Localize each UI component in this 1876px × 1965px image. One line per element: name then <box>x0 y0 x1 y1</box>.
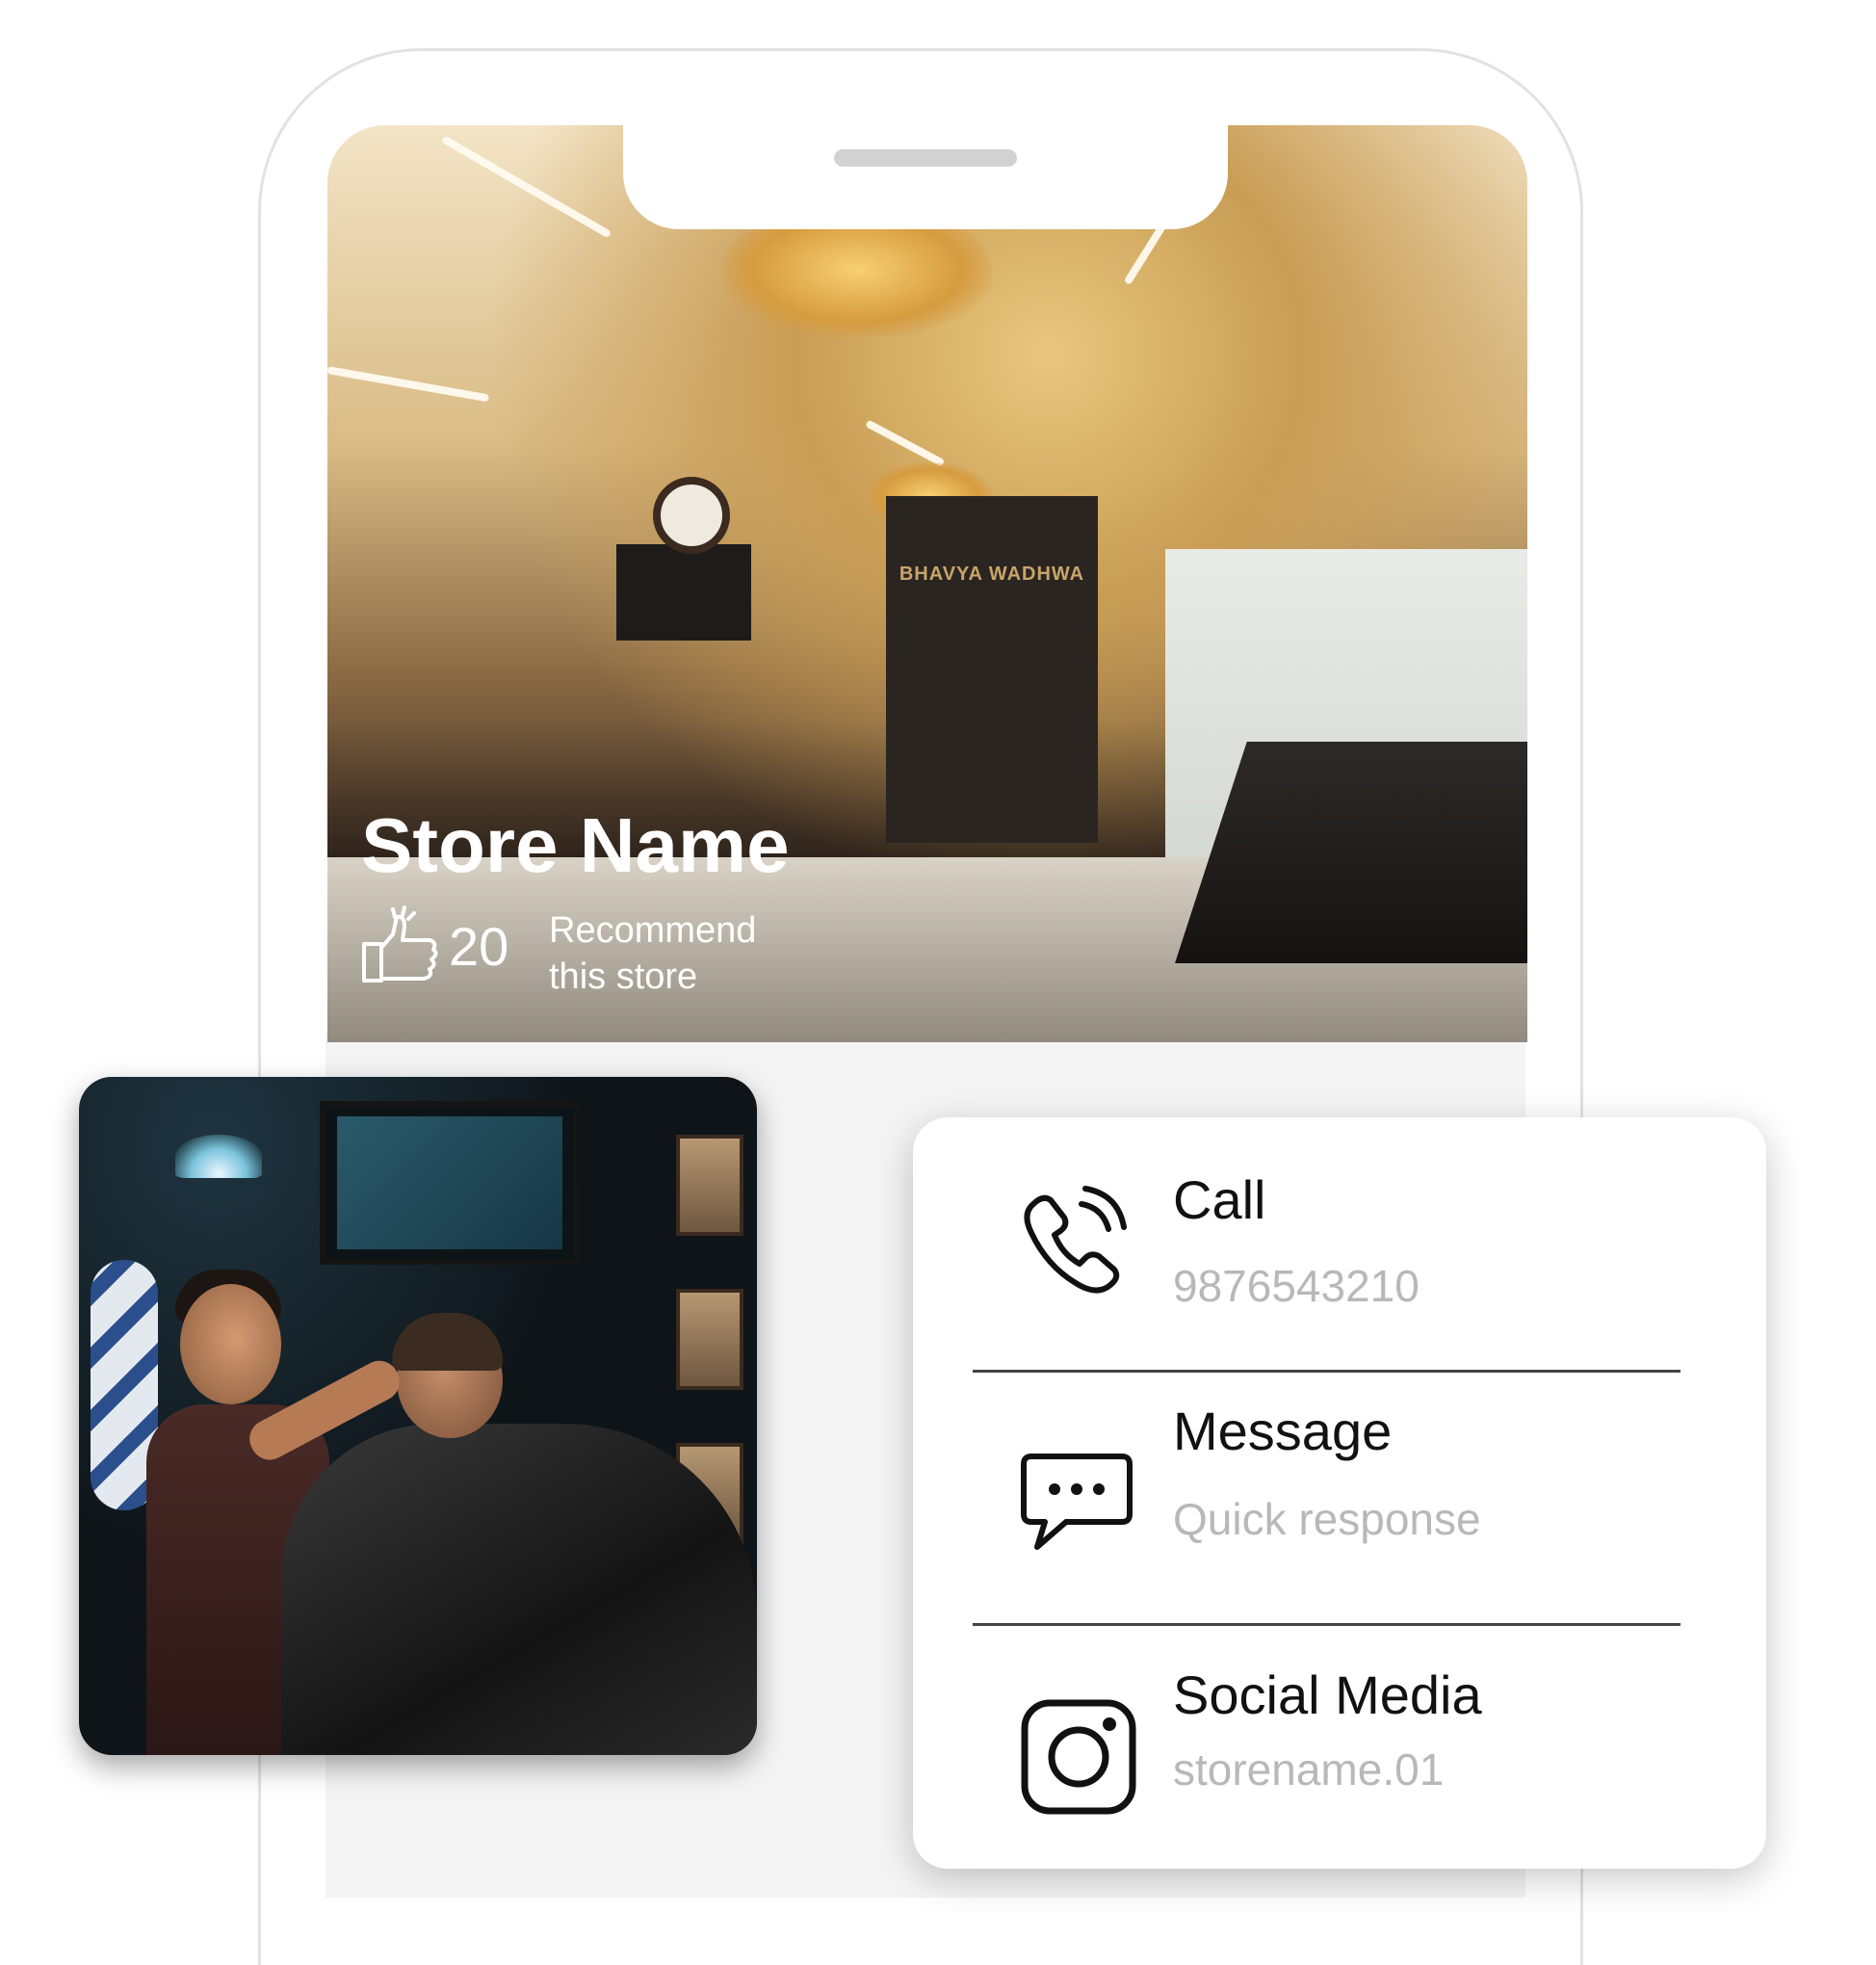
recommend-count: 20 <box>449 916 509 977</box>
instagram-icon[interactable] <box>1017 1695 1142 1821</box>
barber-photo <box>79 1077 757 1755</box>
divider <box>973 1623 1681 1626</box>
social-media-title[interactable]: Social Media <box>1173 1668 1482 1722</box>
ceiling-light <box>865 419 946 467</box>
contact-card: Call 9876543210 Message Quick response S… <box>913 1117 1766 1869</box>
wall-poster <box>676 1289 743 1390</box>
ceiling-light <box>441 135 612 239</box>
barber-head <box>180 1284 281 1404</box>
thumbs-up-icon[interactable] <box>360 905 443 988</box>
message-subtitle[interactable]: Quick response <box>1173 1497 1481 1541</box>
store-name: Store Name <box>361 802 790 888</box>
phone-notch <box>623 116 1228 229</box>
wall-tv <box>616 544 751 641</box>
wall-tv <box>320 1101 580 1265</box>
wall-clock <box>653 477 730 554</box>
ceiling-light <box>327 366 490 403</box>
phone-speaker <box>834 149 1017 167</box>
social-handle[interactable]: storename.01 <box>1173 1747 1444 1792</box>
call-number[interactable]: 9876543210 <box>1173 1264 1420 1308</box>
divider <box>973 1370 1681 1373</box>
client-hair <box>392 1313 503 1371</box>
chat-bubble-icon[interactable] <box>1014 1445 1139 1570</box>
interior-sign: BHAVYA WADHWA <box>899 563 1085 585</box>
phone-call-icon[interactable] <box>1014 1175 1139 1300</box>
wall-poster <box>676 1135 743 1236</box>
ceiling-lamp <box>175 1135 262 1178</box>
recommend-label[interactable]: Recommend this store <box>549 907 799 1000</box>
store-hero-image: BHAVYA WADHWA <box>327 125 1527 1042</box>
client-cape <box>281 1424 757 1755</box>
reception-wall <box>886 496 1098 843</box>
call-title[interactable]: Call <box>1173 1173 1265 1227</box>
message-title[interactable]: Message <box>1173 1404 1392 1458</box>
